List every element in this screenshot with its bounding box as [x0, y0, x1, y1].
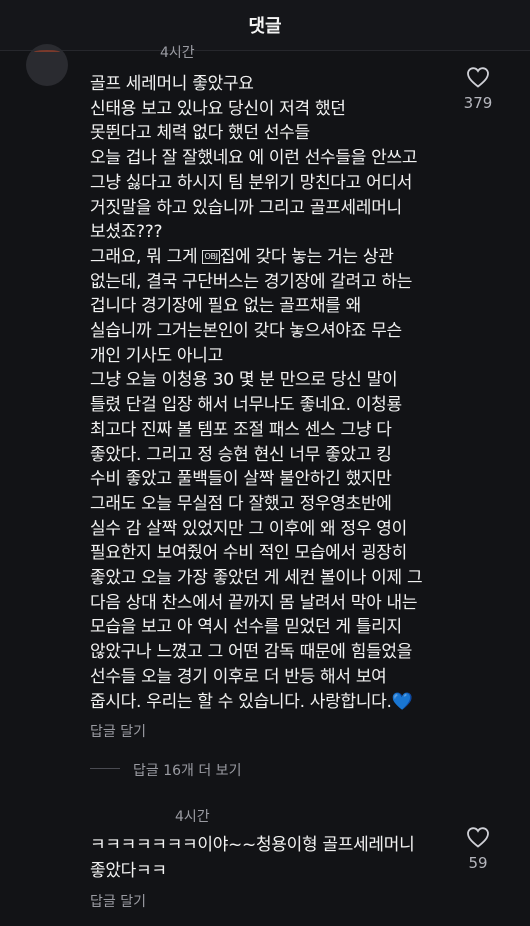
reply-button[interactable]: 답글 달기	[90, 721, 146, 741]
avatar[interactable]	[26, 44, 68, 86]
like-count: 59	[468, 854, 488, 872]
comment-body: 골프 세레머니 좋았구요 신태용 보고 있나요 당신이 저격 했던 못뛴다고 체…	[90, 72, 460, 714]
reply-button[interactable]: 답글 달기	[90, 891, 146, 911]
view-more-replies-button[interactable]: 답글 16개 더 보기	[133, 760, 241, 780]
comment-time: 4시간	[160, 45, 195, 61]
heart-icon	[467, 827, 489, 848]
comment-text-part1: 골프 세레머니 좋았구요 신태용 보고 있나요 당신이 저격 했던 못뛴다고 체…	[90, 74, 418, 267]
comment-body: ㅋㅋㅋㅋㅋㅋㅋ이야~~청용이형 골프세레머니 좋았다ㅋㅋ	[90, 835, 415, 881]
header-title: 댓글	[248, 16, 282, 37]
divider-line	[90, 768, 120, 769]
like-button[interactable]: 379	[448, 66, 508, 112]
comments-header: 댓글	[0, 0, 530, 51]
comment-time: 4시간	[175, 809, 210, 825]
like-button[interactable]: 59	[448, 826, 508, 872]
like-count: 379	[463, 94, 493, 112]
heart-icon	[467, 67, 489, 88]
comment-text-part2: 집에 갖다 놓는 거는 상관 없는데, 결국 구단버스는 경기장에 갈려고 하는…	[90, 246, 423, 712]
obj-placeholder-icon: OBJ	[202, 249, 220, 264]
